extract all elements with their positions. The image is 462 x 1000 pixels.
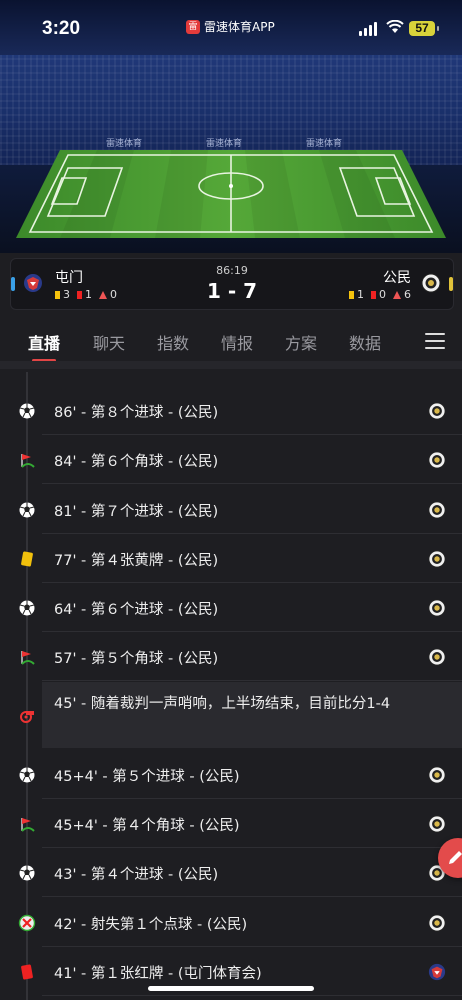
corner-flag-icon (18, 815, 36, 833)
event-row: 45' - 随着裁判一声哨响，上半场结束，目前比分1-4 (0, 682, 462, 748)
event-text: 81' - 第７个进球 - (公民) (54, 503, 219, 520)
event-text: 45+4' - 第４个角球 - (公民) (54, 817, 240, 834)
away-team-crest-icon (428, 765, 446, 784)
ad-board-text: 雷速体育 (106, 139, 143, 149)
event-text: 43' - 第４个进球 - (公民) (54, 866, 219, 883)
row-divider (42, 995, 462, 996)
goal-icon (18, 766, 36, 784)
away-stats: 1 0 6 (349, 288, 411, 301)
away-yellow-count: 1 (357, 288, 364, 301)
event-row: 77' - 第４张黄牌 - (公民) (0, 534, 462, 583)
red-card-icon (371, 290, 376, 299)
yellow-card-icon (18, 550, 36, 568)
back-to-app[interactable]: 雷 雷速体育APP (186, 18, 275, 35)
hamburger-menu-icon[interactable] (425, 333, 445, 354)
score-bar: 屯门 3 1 0 86:19 1 - 7 公民 1 0 6 (10, 258, 454, 310)
event-row: 42' - 射失第１个点球 - (公民) (0, 898, 462, 947)
event-text: 41' - 第１张红牌 - (屯门体育会) (54, 965, 262, 982)
goal-icon (18, 501, 36, 519)
away-team-crest-icon (428, 401, 446, 420)
event-row: 57' - 第５个角球 - (公民) (0, 632, 462, 681)
away-team-crest-icon (428, 598, 446, 617)
ad-board-text: 雷速体育 (206, 139, 243, 149)
row-divider (42, 483, 462, 484)
away-team-crest-icon (428, 500, 446, 519)
corner-flag-icon (18, 451, 36, 469)
goal-icon (18, 599, 36, 617)
event-text: 45' - 随着裁判一声哨响，上半场结束，目前比分1-4 (54, 696, 391, 712)
away-team-name: 公民 (383, 270, 411, 286)
row-divider (42, 896, 462, 897)
event-row: 64' - 第６个进球 - (公民) (0, 583, 462, 632)
event-row: 45+4' - 第５个进球 - (公民) (0, 750, 462, 799)
status-bar: 3:20 雷 雷速体育APP 57 (0, 0, 462, 60)
event-text: 77' - 第４张黄牌 - (公民) (54, 552, 219, 569)
section-header-peek (0, 361, 462, 369)
row-divider (42, 680, 462, 681)
whistle-icon (18, 706, 36, 724)
app-logo-icon: 雷 (186, 19, 200, 34)
away-strip (449, 277, 453, 291)
goal-icon (18, 402, 36, 420)
away-corner-count: 6 (404, 288, 411, 301)
battery-icon: 57 (409, 21, 439, 36)
clock: 3:20 (42, 18, 81, 39)
app-name: 雷速体育APP (204, 20, 275, 34)
tab-2[interactable]: 指数 (157, 330, 189, 354)
pencil-icon (449, 851, 462, 864)
event-row: 81' - 第７个进球 - (公民) (0, 485, 462, 534)
tab-1[interactable]: 聊天 (93, 330, 125, 354)
event-text: 57' - 第５个角球 - (公民) (54, 650, 219, 667)
event-text: 45+4' - 第５个进球 - (公民) (54, 768, 240, 785)
tab-4[interactable]: 方案 (285, 330, 317, 354)
event-row: 45+4' - 第４个角球 - (公民) (0, 799, 462, 848)
corner-icon (393, 290, 401, 299)
event-text: 86' - 第８个进球 - (公民) (54, 404, 219, 421)
event-row: 84' - 第６个角球 - (公民) (0, 435, 462, 484)
missed-penalty-icon (18, 914, 36, 932)
away-team-crest-icon (428, 814, 446, 833)
home-team-crest-icon (428, 963, 446, 981)
goal-icon (18, 864, 36, 882)
home-indicator[interactable] (148, 986, 314, 991)
tab-3[interactable]: 情报 (221, 330, 253, 354)
yellow-card-icon (349, 290, 354, 299)
event-row: 43' - 第４个进球 - (公民) (0, 848, 462, 897)
away-team-crest-icon (421, 273, 441, 293)
ad-board-text: 雷速体育 (306, 139, 343, 149)
event-text: 84' - 第６个角球 - (公民) (54, 453, 219, 470)
wifi-icon (386, 19, 404, 38)
tab-0[interactable]: 直播 (28, 330, 60, 362)
tab-bar: 直播 聊天 指数 情报 方案 数据 (0, 318, 462, 363)
event-text: 42' - 射失第１个点球 - (公民) (54, 916, 248, 933)
away-team-crest-icon (428, 913, 446, 932)
away-team-crest-icon (428, 647, 446, 666)
event-text: 64' - 第６个进球 - (公民) (54, 601, 219, 618)
away-team-crest-icon (428, 450, 446, 469)
away-red-count: 0 (379, 288, 386, 301)
event-row: 86' - 第８个进球 - (公民) (0, 386, 462, 435)
tab-5[interactable]: 数据 (349, 330, 381, 354)
cellular-signal-icon (359, 22, 377, 36)
half-time-box (42, 682, 462, 748)
corner-flag-icon (18, 648, 36, 666)
red-card-icon (18, 963, 36, 981)
away-team-crest-icon (428, 549, 446, 568)
